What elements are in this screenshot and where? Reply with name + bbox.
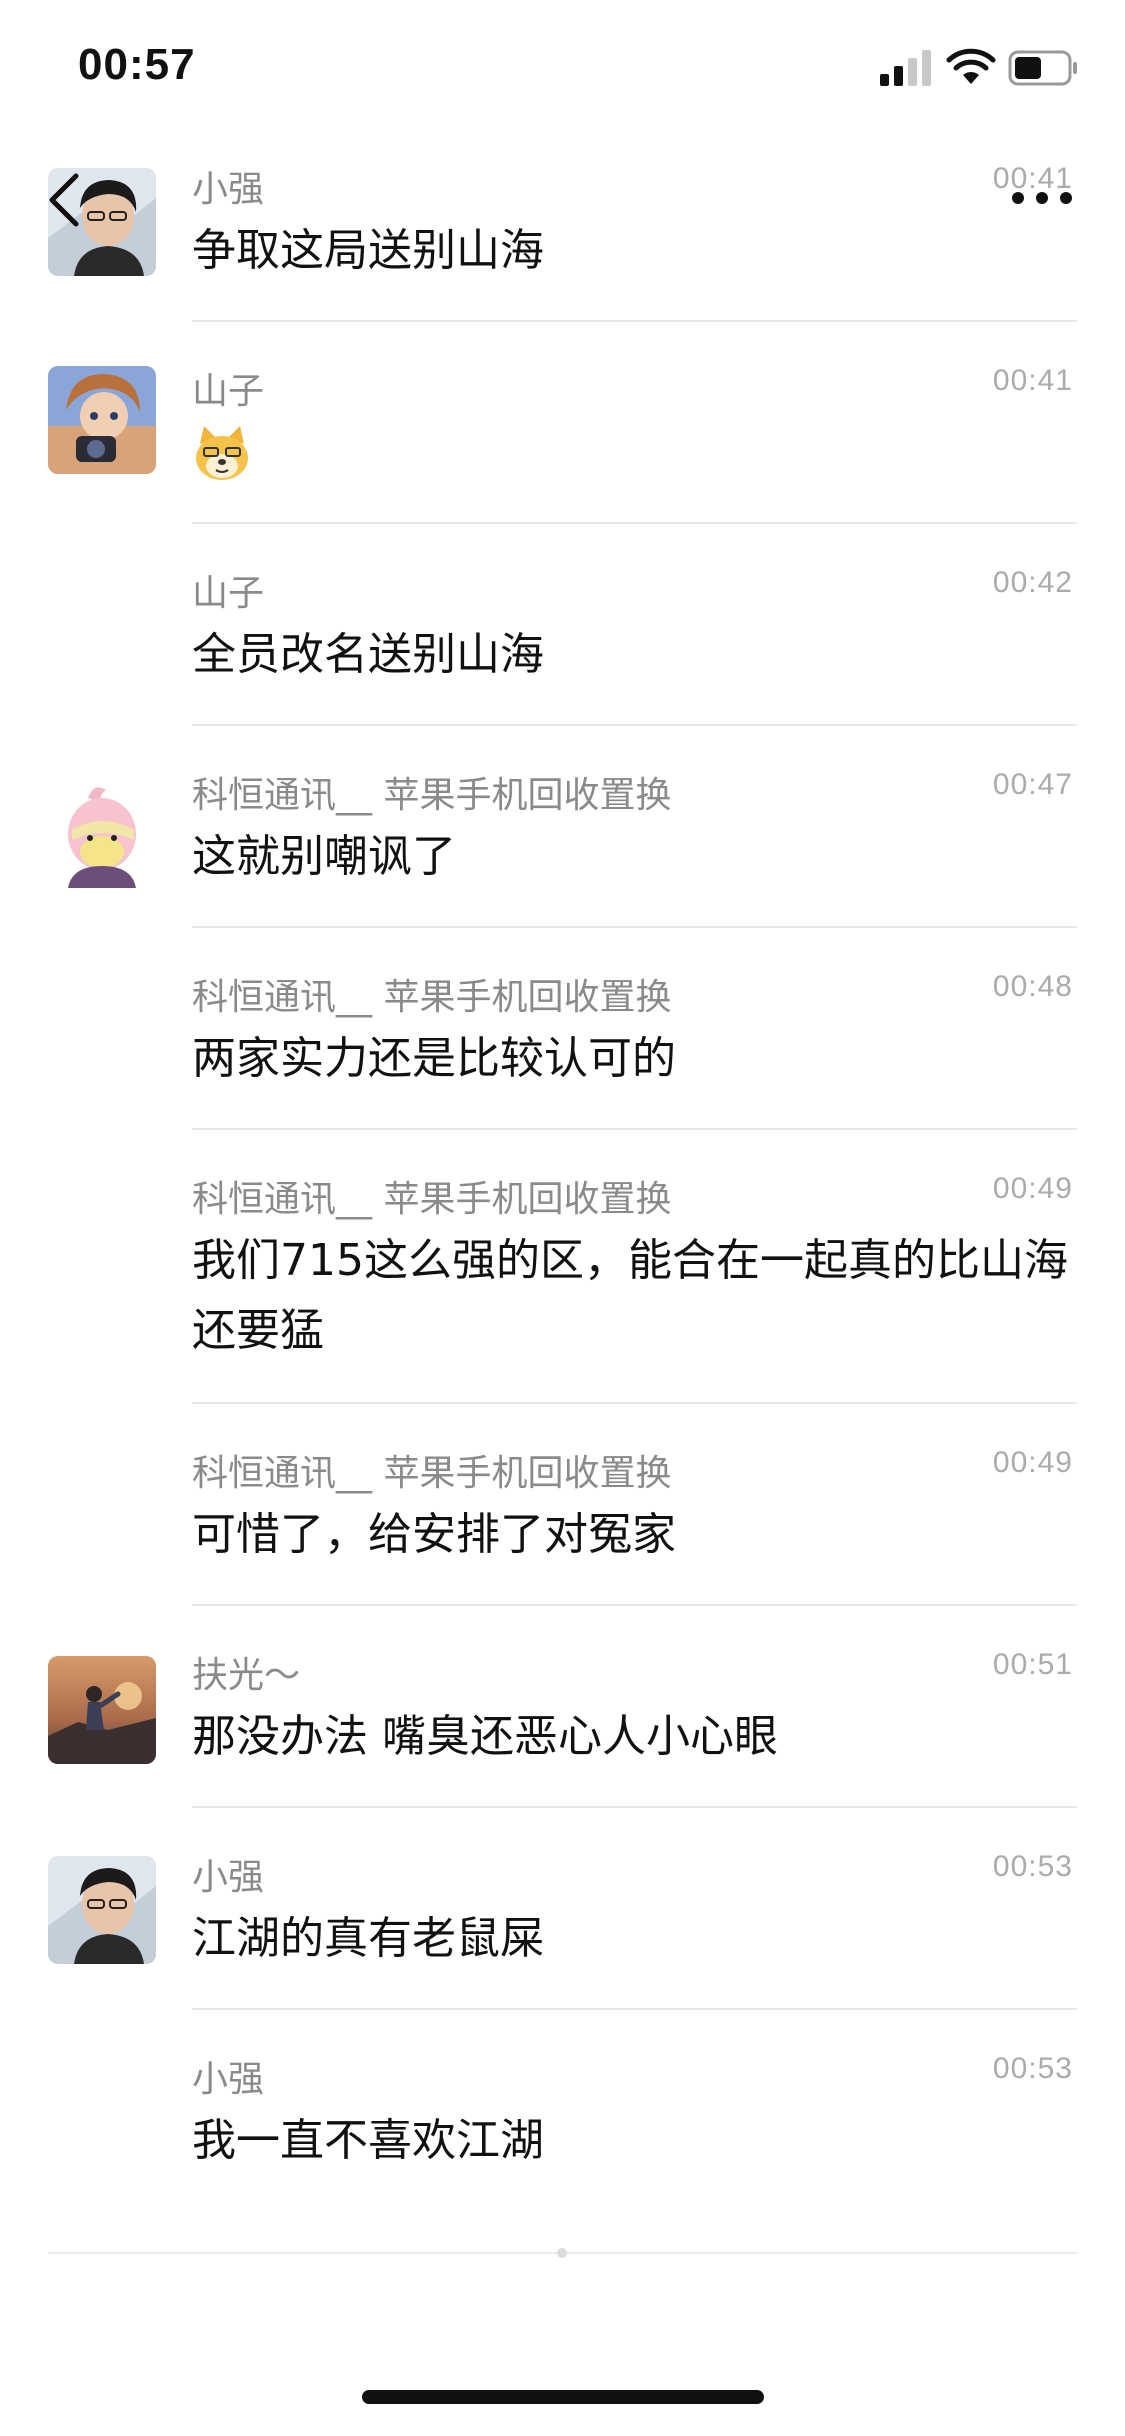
message-text: 江湖的真有老鼠屎 [192,1913,544,1964]
avatar-fuguang[interactable] [48,1656,156,1764]
sender-name: 小强 [192,169,265,210]
avatar-xiaoqiang[interactable] [48,1856,156,1964]
sender-name: 科恒通讯__ 苹果手机回收置换 [192,1179,672,1220]
avatar-keheng[interactable] [48,780,156,888]
divider [192,1604,1077,1606]
list-item[interactable]: 小强 00:53 江湖的真有老鼠屎 [0,1848,1125,2010]
message-time: 00:48 [992,970,1073,1003]
status-bar: 00:57 [0,0,1125,140]
avatar-shanzi[interactable] [48,366,156,474]
divider [192,2008,1077,2010]
sender-name: 科恒通讯__ 苹果手机回收置换 [192,977,672,1018]
doge-emoji-icon [196,426,248,480]
divider [192,724,1077,726]
list-item[interactable]: 小强 00:53 我一直不喜欢江湖 [0,2050,1125,2210]
message-text: 我们715这么强的区，能合在一起真的比山海还要猛 [192,1235,1068,1356]
message-text: 我一直不喜欢江湖 [192,2115,544,2166]
sender-name: 扶光～ [192,1655,301,1696]
divider [192,522,1077,524]
status-time: 00:57 [78,40,196,89]
sender-name: 小强 [192,2059,265,2100]
sender-name: 山子 [192,573,265,614]
cellular-signal-icon [880,50,931,86]
message-time: 00:47 [992,768,1073,801]
list-item[interactable]: 山子 00:42 全员改名送别山海 [0,564,1125,726]
divider [192,320,1077,322]
list-item[interactable]: 科恒通讯__ 苹果手机回收置换 00:49 可惜了，给安排了对冤家 [0,1444,1125,1606]
message-time: 00:41 [992,364,1073,397]
sender-name: 小强 [192,1857,265,1898]
chevron-left-icon[interactable] [44,172,84,228]
message-text: 两家实力还是比较认可的 [192,1033,676,1084]
message-time: 00:53 [992,2052,1073,2085]
list-item[interactable]: 山子 00:41 [0,362,1125,524]
message-time: 00:42 [992,566,1073,599]
message-time: 00:49 [992,1172,1073,1205]
message-text: 可惜了，给安排了对冤家 [192,1509,676,1560]
more-dots-icon[interactable] [1010,186,1074,210]
sender-name: 科恒通讯__ 苹果手机回收置换 [192,1453,672,1494]
list-item[interactable]: 小强 00:41 争取这局送别山海 [0,160,1125,322]
list-item[interactable]: 扶光～ 00:51 那没办法 嘴臭还恶心人小心眼 [0,1646,1125,1808]
divider [192,1128,1077,1130]
sender-name: 科恒通讯__ 苹果手机回收置换 [192,775,672,816]
message-time: 00:49 [992,1446,1073,1479]
message-text: 争取这局送别山海 [192,225,544,276]
divider [192,1806,1077,1808]
sender-name: 山子 [192,371,265,412]
wifi-icon [946,48,996,84]
message-text: 那没办法 嘴臭还恶心人小心眼 [192,1711,778,1762]
end-dot [557,2248,567,2258]
message-time: 00:51 [992,1648,1073,1681]
message-time: 00:53 [992,1850,1073,1883]
divider [192,1402,1077,1404]
list-item[interactable]: 科恒通讯__ 苹果手机回收置换 00:49 我们715这么强的区，能合在一起真的… [0,1170,1125,1404]
divider [192,926,1077,928]
list-item[interactable]: 科恒通讯__ 苹果手机回收置换 00:48 两家实力还是比较认可的 [0,968,1125,1130]
list-item[interactable]: 科恒通讯__ 苹果手机回收置换 00:47 这就别嘲讽了 [0,766,1125,928]
message-text: 全员改名送别山海 [192,629,544,680]
battery-icon [1008,50,1077,86]
message-text: 这就别嘲讽了 [192,831,456,882]
home-indicator[interactable] [362,2390,764,2404]
